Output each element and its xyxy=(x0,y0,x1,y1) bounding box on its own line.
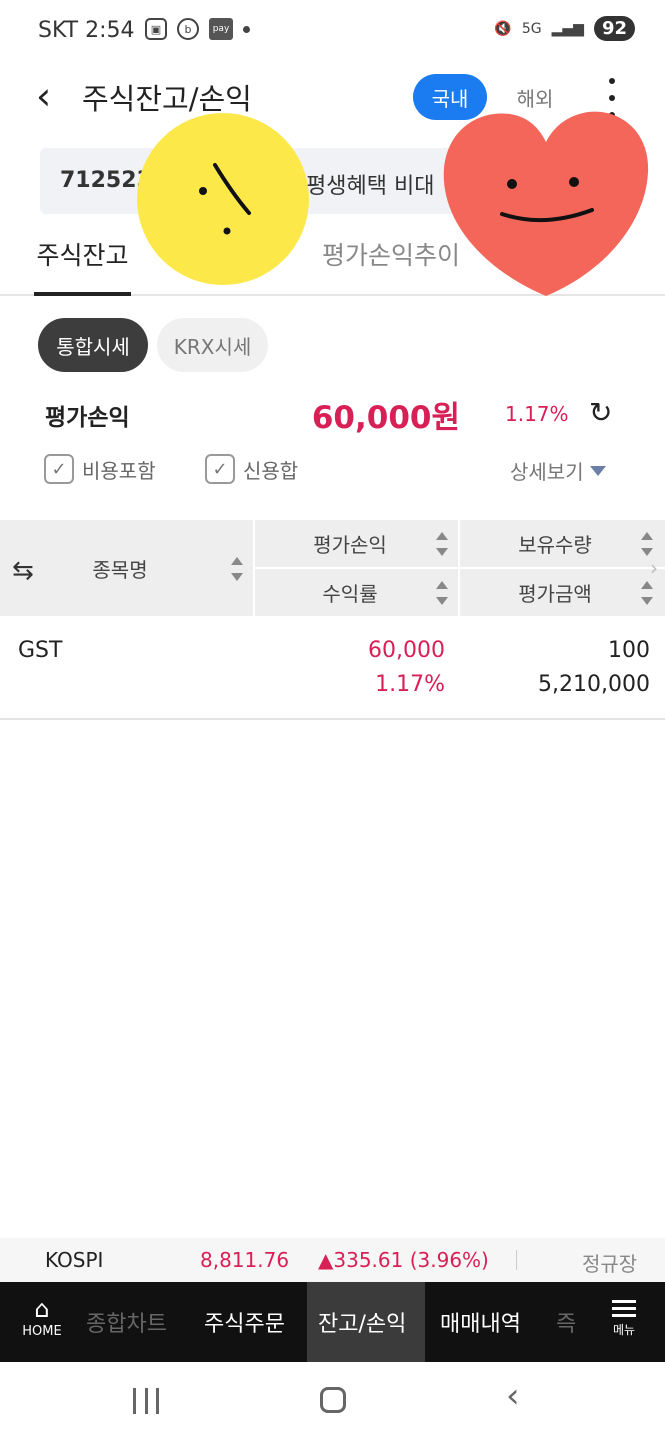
krx-price-chip[interactable]: KRX시세 xyxy=(157,318,268,372)
carrier-time: SKT 2:54 xyxy=(38,18,135,43)
detail-view-label: 상세보기 xyxy=(510,460,584,484)
recent-apps-icon[interactable] xyxy=(133,1388,159,1414)
home-icon: ⌂ xyxy=(34,1295,50,1323)
nav-item-partial[interactable]: 즉 xyxy=(556,1306,576,1338)
checkmark-icon: ✓ xyxy=(205,454,235,484)
tab-stock-balance[interactable]: 주식잔고 xyxy=(34,236,131,296)
refresh-icon[interactable]: ↻ xyxy=(589,396,612,429)
nav-item-chart[interactable]: 종합차트 xyxy=(86,1306,167,1338)
sort-icon[interactable] xyxy=(436,532,448,556)
include-fee-checkbox[interactable]: ✓ 비용포함 xyxy=(44,454,156,484)
screenshot-icon: ▣ xyxy=(145,18,167,40)
ticker-index-value: 8,811.76 xyxy=(200,1248,290,1272)
col-header-quantity[interactable]: 보유수량 xyxy=(495,520,615,567)
stock-profit-loss: 60,000 xyxy=(368,638,445,663)
nav-item-balance[interactable]: 잔고/손익 xyxy=(318,1306,406,1338)
sort-icon[interactable] xyxy=(641,532,653,556)
ticker-index-name: KOSPI xyxy=(45,1248,104,1272)
pl-summary-label: 평가손익 xyxy=(45,405,130,431)
sort-icon[interactable] xyxy=(641,581,653,605)
ticker-divider xyxy=(516,1250,517,1270)
integrated-price-chip[interactable]: 통합시세 xyxy=(38,318,148,372)
include-fee-label: 비용포함 xyxy=(82,458,156,483)
page-title: 주식잔고/손익 xyxy=(82,82,252,116)
stock-return-rate: 1.17% xyxy=(375,672,445,697)
nav-menu-label: 메뉴 xyxy=(612,1323,636,1337)
back-arrow-icon[interactable]: ‹ xyxy=(36,76,51,116)
stock-quantity: 100 xyxy=(608,638,650,663)
heart-face-sticker xyxy=(443,111,649,296)
swap-columns-icon[interactable]: ⇆ xyxy=(12,556,34,586)
nav-item-order[interactable]: 주식주문 xyxy=(204,1306,285,1338)
ticker-index-change: ▲335.61 (3.96%) xyxy=(318,1248,489,1272)
market-ticker[interactable]: KOSPI 8,811.76 ▲335.61 (3.96%) 정규장 xyxy=(0,1238,665,1282)
col-header-name[interactable]: 종목명 xyxy=(60,520,180,616)
pl-summary-rate: 1.17% xyxy=(505,402,569,426)
nav-menu[interactable]: 메뉴 xyxy=(604,1296,644,1338)
sort-icon[interactable] xyxy=(436,581,448,605)
account-name: 평생혜택 비대 xyxy=(306,174,435,199)
nav-item-history[interactable]: 매매내역 xyxy=(440,1306,521,1338)
sort-icon[interactable] xyxy=(231,557,243,581)
pl-summary-amount: 60,000원 xyxy=(311,400,460,436)
signal-icon: ▂▄▆ xyxy=(551,20,584,37)
stock-name: GST xyxy=(18,638,63,663)
detail-view-toggle[interactable]: 상세보기 xyxy=(510,456,606,485)
notification-icons: ▣ b pay xyxy=(145,18,250,40)
dropdown-triangle-icon xyxy=(589,465,606,476)
col-header-valuation[interactable]: 평가금액 xyxy=(495,569,615,616)
network-5g-label: 5G xyxy=(521,20,542,37)
table-row[interactable]: GST 60,000 1.17% 100 5,210,000 xyxy=(0,616,665,720)
credit-sum-checkbox[interactable]: ✓ 신용합 xyxy=(205,454,298,484)
app-b-icon: b xyxy=(177,18,199,40)
col-header-return-rate[interactable]: 수익률 xyxy=(290,569,410,616)
pay-icon: pay xyxy=(209,18,233,40)
system-status-icons: 🔇 5G ▂▄▆ 92 xyxy=(494,16,635,41)
system-home-icon[interactable] xyxy=(320,1387,346,1413)
chevron-right-icon[interactable]: › xyxy=(650,556,658,580)
battery-level: 92 xyxy=(593,16,635,41)
checkmark-icon: ✓ xyxy=(44,454,74,484)
stock-valuation: 5,210,000 xyxy=(538,672,650,697)
table-header: ⇆ 종목명 평가손익 수익률 보유수량 평가금액 xyxy=(0,520,665,616)
nav-home[interactable]: ⌂ HOME xyxy=(12,1296,72,1339)
col-header-profit-loss[interactable]: 평가손익 xyxy=(290,520,410,567)
yellow-face-sticker xyxy=(137,113,309,285)
system-nav-bar: ‹ xyxy=(0,1362,665,1440)
status-bar: SKT 2:54 ▣ b pay 🔇 5G ▂▄▆ 92 xyxy=(0,0,665,62)
bottom-nav: ⌂ HOME 종합차트 주식주문 잔고/손익 매매내역 즉 메뉴 xyxy=(0,1282,665,1362)
credit-sum-label: 신용합 xyxy=(243,458,299,483)
menu-icon xyxy=(604,1300,644,1317)
ticker-session: 정규장 xyxy=(582,1252,638,1276)
nav-home-label: HOME xyxy=(22,1324,62,1339)
more-notifications-dot xyxy=(243,25,250,33)
mute-icon: 🔇 xyxy=(494,20,512,37)
system-back-icon[interactable]: ‹ xyxy=(506,1376,520,1416)
